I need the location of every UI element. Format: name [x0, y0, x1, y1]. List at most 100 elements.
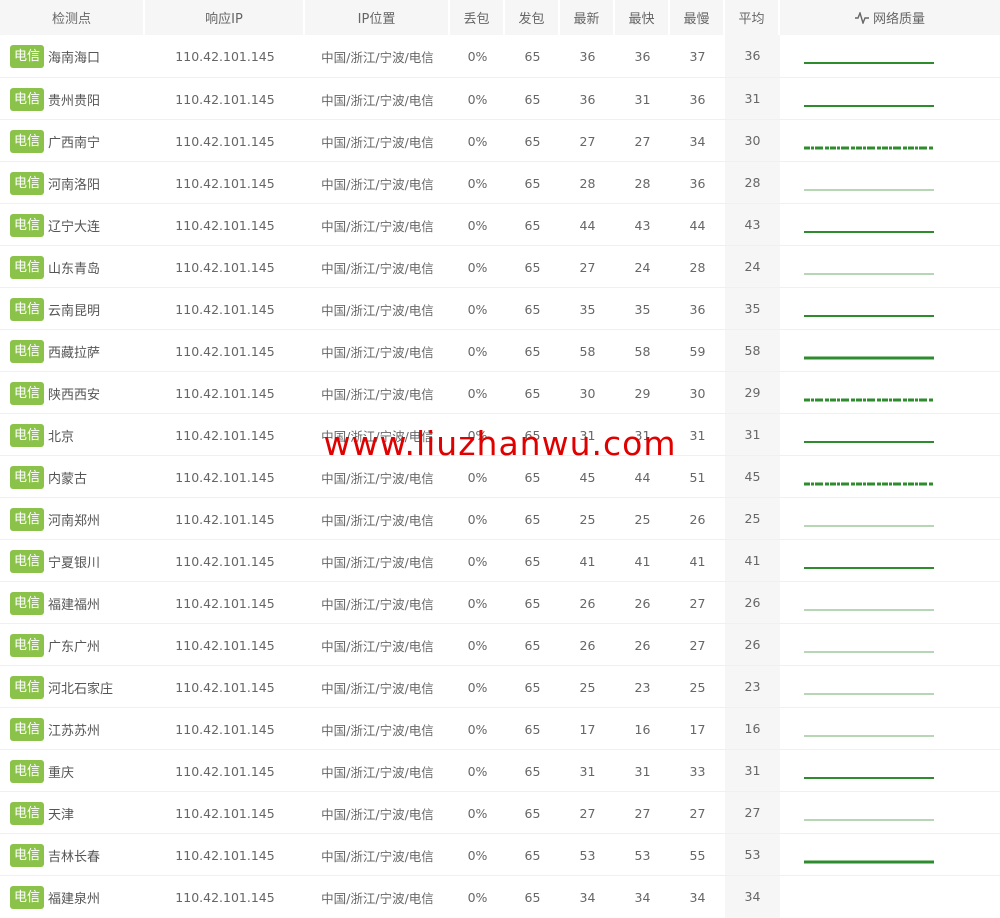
location-cell: 中国/浙江/宁波/电信 — [321, 554, 434, 570]
ip-cell: 110.42.101.145 — [175, 721, 275, 737]
node-name: 宁夏银川 — [48, 555, 101, 571]
fastest-cell: 25 — [634, 511, 651, 527]
quality-line — [804, 693, 934, 695]
table-row[interactable]: 电信 重庆 110.42.101.145 中国/浙江/宁波/电信 0% 65 31 31 33 3… — [0, 749, 1000, 792]
quality-cell[interactable] — [780, 456, 998, 498]
node-name: 云南昆明 — [48, 303, 101, 319]
average-cell: 45 — [725, 456, 780, 498]
ip-cell: 110.42.101.145 — [175, 511, 275, 527]
table-row[interactable]: 电信 云南昆明 110.42.101.145 中国/浙江/宁波/电信 0% 65 35 35 3… — [0, 287, 1000, 330]
quality-cell[interactable] — [780, 582, 998, 624]
table-row[interactable]: 电信 北京 110.42.101.145 中国/浙江/宁波/电信 0% 65 31 31 31 3… — [0, 413, 1000, 456]
header-average[interactable]: 平均 — [725, 0, 778, 35]
average-cell: 34 — [725, 876, 780, 918]
table-row[interactable]: 电信 山东青岛 110.42.101.145 中国/浙江/宁波/电信 0% 65 27 24 2… — [0, 245, 1000, 288]
latest-cell: 27 — [579, 133, 596, 149]
table-row[interactable]: 电信 宁夏银川 110.42.101.145 中国/浙江/宁波/电信 0% 65 41 41 4… — [0, 539, 1000, 582]
isp-badge: 电信 — [10, 507, 45, 531]
node-name: 河南郑州 — [48, 513, 101, 529]
quality-cell[interactable] — [780, 78, 998, 120]
sent-cell: 65 — [524, 343, 541, 359]
table-row[interactable]: 电信 广东广州 110.42.101.145 中国/浙江/宁波/电信 0% 65 26 26 2… — [0, 623, 1000, 666]
quality-cell[interactable] — [780, 624, 998, 666]
table-row[interactable]: 电信 陕西西安 110.42.101.145 中国/浙江/宁波/电信 0% 65 30 29 3… — [0, 371, 1000, 414]
table-row[interactable]: 电信 贵州贵阳 110.42.101.145 中国/浙江/宁波/电信 0% 65 36 31 3… — [0, 77, 1000, 120]
sent-cell: 65 — [524, 889, 541, 905]
quality-cell[interactable] — [780, 35, 998, 77]
table-row[interactable]: 电信 河南郑州 110.42.101.145 中国/浙江/宁波/电信 0% 65 25 25 2… — [0, 497, 1000, 540]
quality-cell[interactable] — [780, 204, 998, 246]
ip-cell: 110.42.101.145 — [175, 763, 275, 779]
location-cell: 中国/浙江/宁波/电信 — [321, 764, 434, 780]
slowest-cell: 31 — [689, 427, 706, 443]
header-location[interactable]: IP位置 — [305, 0, 448, 35]
table-row[interactable]: 电信 广西南宁 110.42.101.145 中国/浙江/宁波/电信 0% 65 27 27 3… — [0, 119, 1000, 162]
quality-cell[interactable] — [780, 540, 998, 582]
table-row[interactable]: 电信 海南海口 110.42.101.145 中国/浙江/宁波/电信 0% 65 36 36 3… — [0, 35, 1000, 77]
sent-cell: 65 — [524, 427, 541, 443]
ip-cell: 110.42.101.145 — [175, 889, 275, 905]
slowest-cell: 36 — [689, 301, 706, 317]
isp-badge: 电信 — [10, 381, 45, 405]
header-loss[interactable]: 丢包 — [450, 0, 503, 35]
loss-cell: 0% — [467, 91, 488, 107]
table-row[interactable]: 电信 福建泉州 110.42.101.145 中国/浙江/宁波/电信 0% 65 34 34 3… — [0, 875, 1000, 918]
quality-line — [804, 441, 934, 443]
header-slowest[interactable]: 最慢 — [670, 0, 723, 35]
ip-cell: 110.42.101.145 — [175, 343, 275, 359]
table-row[interactable]: 电信 福建福州 110.42.101.145 中国/浙江/宁波/电信 0% 65 26 26 2… — [0, 581, 1000, 624]
quality-cell[interactable] — [780, 414, 998, 456]
header-ip[interactable]: 响应IP — [145, 0, 303, 35]
quality-cell[interactable] — [780, 792, 998, 834]
table-row[interactable]: 电信 内蒙古 110.42.101.145 中国/浙江/宁波/电信 0% 65 45 44 51… — [0, 455, 1000, 498]
quality-cell[interactable] — [780, 876, 998, 918]
sent-cell: 65 — [524, 553, 541, 569]
quality-cell[interactable] — [780, 750, 998, 792]
latest-cell: 27 — [579, 259, 596, 275]
header-fastest[interactable]: 最快 — [615, 0, 668, 35]
quality-cell[interactable] — [780, 162, 998, 204]
quality-cell[interactable] — [780, 498, 998, 540]
table-row[interactable]: 电信 河北石家庄 110.42.101.145 中国/浙江/宁波/电信 0% 65 25 23… — [0, 665, 1000, 708]
quality-cell[interactable] — [780, 288, 998, 330]
loss-cell: 0% — [467, 48, 488, 64]
quality-cell[interactable] — [780, 834, 998, 876]
fastest-cell: 24 — [634, 259, 651, 275]
slowest-cell: 26 — [689, 511, 706, 527]
header-node[interactable]: 检测点 — [0, 0, 143, 35]
loss-cell: 0% — [467, 889, 488, 905]
table-row[interactable]: 电信 河南洛阳 110.42.101.145 中国/浙江/宁波/电信 0% 65 28 28 3… — [0, 161, 1000, 204]
average-cell: 53 — [725, 834, 780, 876]
node-cell: 电信 重庆 — [0, 759, 145, 783]
quality-cell[interactable] — [780, 666, 998, 708]
quality-cell[interactable] — [780, 246, 998, 288]
header-sent[interactable]: 发包 — [505, 0, 558, 35]
ping-results-table: 检测点 响应IP IP位置 丢包 发包 最新 最快 最慢 平均 网络质量 电信海… — [0, 0, 1000, 918]
slowest-cell: 34 — [689, 133, 706, 149]
fastest-cell: 31 — [634, 427, 651, 443]
header-quality[interactable]: 网络质量 — [780, 0, 1000, 35]
latest-cell: 53 — [579, 847, 596, 863]
quality-line — [804, 482, 934, 486]
quality-cell[interactable] — [780, 372, 998, 414]
isp-badge: 电信 — [10, 339, 45, 363]
fastest-cell: 31 — [634, 91, 651, 107]
ip-cell: 110.42.101.145 — [175, 385, 275, 401]
quality-cell[interactable] — [780, 120, 998, 162]
table-row[interactable]: 电信 吉林长春 110.42.101.145 中国/浙江/宁波/电信 0% 65 53 53 5… — [0, 833, 1000, 876]
header-latest[interactable]: 最新 — [560, 0, 613, 35]
table-row[interactable]: 电信 天津 110.42.101.145 中国/浙江/宁波/电信 0% 65 27 27 27 2… — [0, 791, 1000, 834]
node-cell: 电信 云南昆明 — [0, 297, 145, 321]
node-name: 河南洛阳 — [48, 177, 101, 193]
node-name: 广东广州 — [48, 639, 101, 655]
table-row[interactable]: 电信 辽宁大连 110.42.101.145 中国/浙江/宁波/电信 0% 65 44 43 4… — [0, 203, 1000, 246]
quality-cell[interactable] — [780, 330, 998, 372]
table-row[interactable]: 电信 西藏拉萨 110.42.101.145 中国/浙江/宁波/电信 0% 65 58 58 5… — [0, 329, 1000, 372]
slowest-cell: 59 — [689, 343, 706, 359]
quality-cell[interactable] — [780, 708, 998, 750]
quality-line — [804, 146, 934, 150]
fastest-cell: 29 — [634, 385, 651, 401]
location-cell: 中国/浙江/宁波/电信 — [321, 302, 434, 318]
sent-cell: 65 — [524, 217, 541, 233]
table-row[interactable]: 电信 江苏苏州 110.42.101.145 中国/浙江/宁波/电信 0% 65 17 16 1… — [0, 707, 1000, 750]
